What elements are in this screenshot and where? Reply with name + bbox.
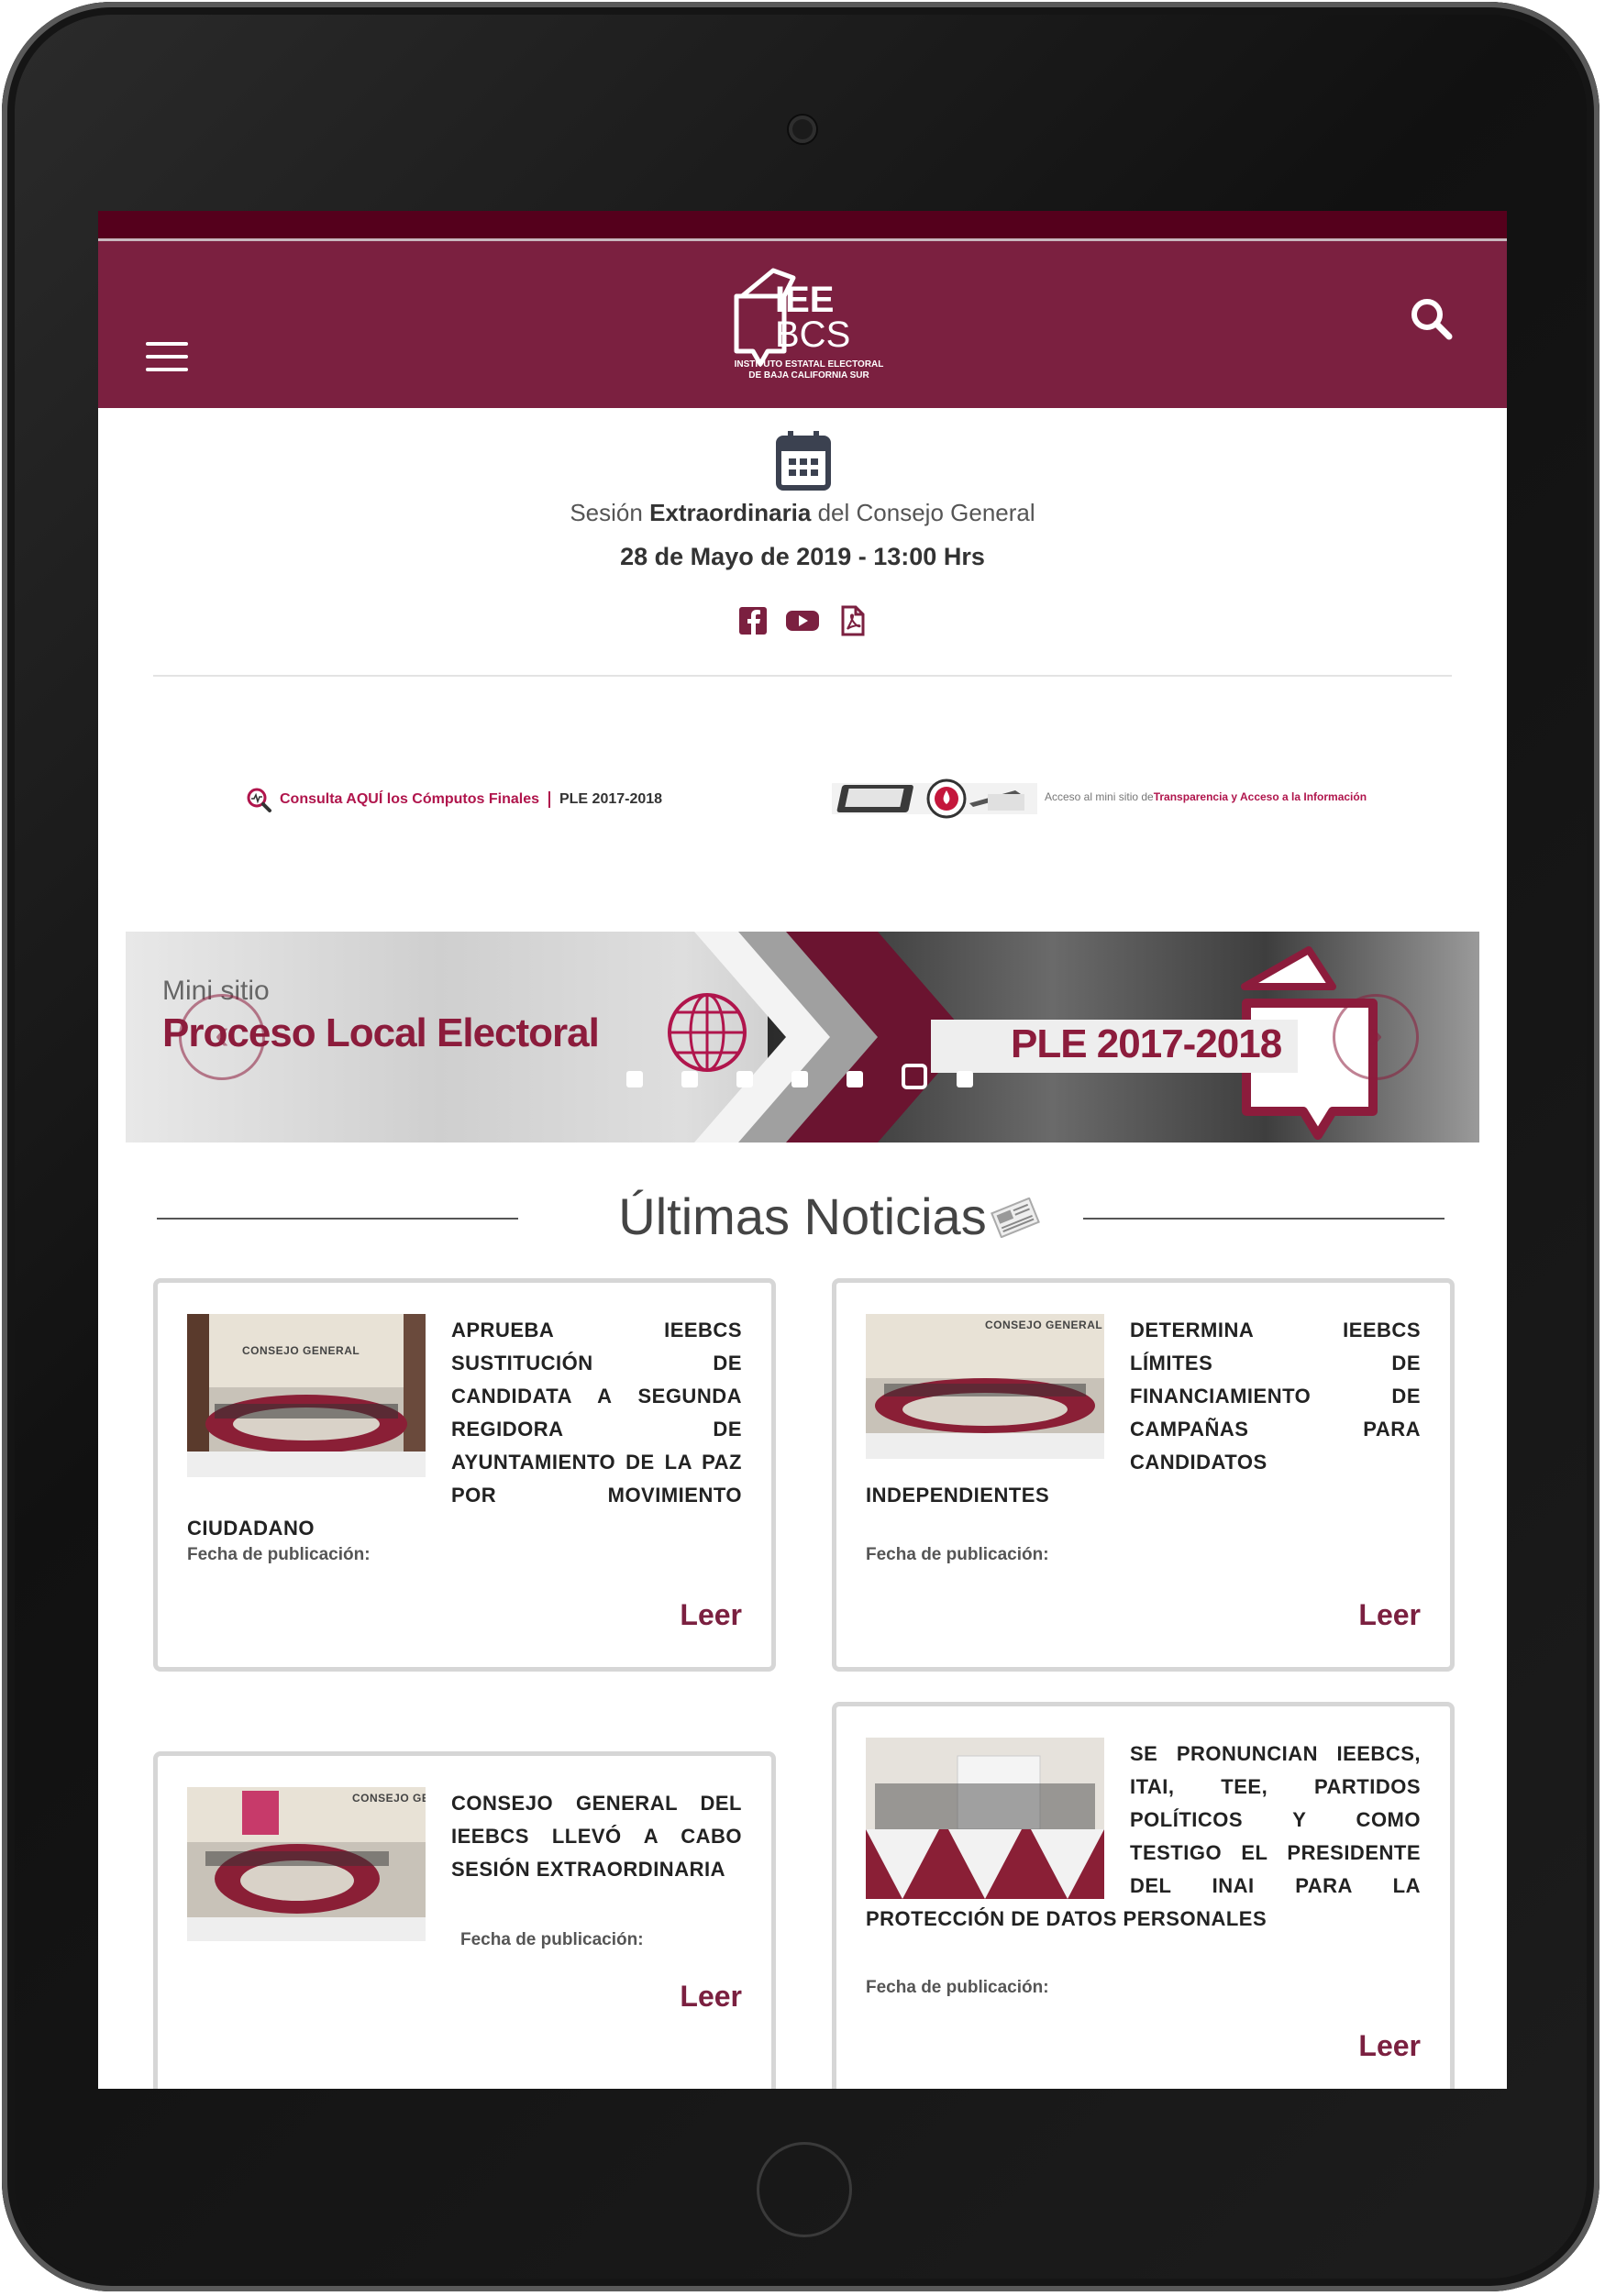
divider [153,675,1452,677]
session-title-prefix: Sesión [570,499,650,526]
news-card-date-label: Fecha de publicación: [866,1545,1049,1564]
news-card-text: CONSEJO GE CONSEJO GENERAL DEL IEEBCS LL… [187,1787,742,1945]
menu-icon[interactable] [146,342,188,371]
session-links [737,605,866,638]
consulta-ple: PLE 2017-2018 [559,791,663,807]
news-card: CONSEJO GENERAL DETERMINA IEEBCS LÍMITES… [832,1278,1455,1672]
screen: IEE BCS INSTITUTO ESTATAL ELECTORAL DE B… [98,211,1507,2089]
session-title-suffix: del Consejo General [811,499,1035,526]
read-more-link[interactable]: Leer [1358,1598,1421,1632]
read-more-link[interactable]: Leer [1358,2029,1421,2063]
youtube-icon[interactable] [785,605,820,636]
home-button[interactable] [757,2142,852,2237]
news-card-date-label: Fecha de publicación: [866,1978,1049,1997]
news-section-title: Últimas Noticias [618,1187,987,1245]
news-heading-line-right [1083,1218,1444,1220]
pdf-icon[interactable] [836,605,868,636]
svg-text:CONSEJO GENERAL: CONSEJO GENERAL [242,1344,360,1357]
transparencia-banner[interactable]: Acceso al mini sitio de Transparencia y … [832,774,1367,820]
slider-dot[interactable] [681,1071,698,1087]
slider-dot[interactable] [847,1071,863,1087]
consulta-separator [548,791,550,808]
read-more-link[interactable]: Leer [680,1598,742,1632]
news-photo-icon: CONSEJO GENERAL [866,1314,1104,1459]
news-card: CONSEJO GENERAL APRUEBA IEEBCS SUSTITUCI… [153,1278,776,1672]
slider-dot[interactable] [736,1071,753,1087]
calendar-icon [776,431,831,491]
facebook-icon[interactable] [737,605,769,636]
read-more-link[interactable]: Leer [680,1980,742,2014]
news-card-date-label: Fecha de publicación: [187,1545,371,1564]
tablet-frame: IEE BCS INSTITUTO ESTATAL ELECTORAL DE B… [2,2,1599,2291]
top-strip [98,211,1507,241]
news-card-date-label: Fecha de publicación: [460,1930,644,1949]
logo-sub-line1: INSTITUTO ESTATAL ELECTORAL [734,359,884,370]
magnifier-chart-icon [247,788,271,812]
svg-text:CONSEJO GENERAL: CONSEJO GENERAL [985,1319,1102,1331]
transparencia-graphic [832,778,1037,819]
logo-text: IEE BCS [775,280,851,355]
news-card-title: CONSEJO GENERAL DEL IEEBCS LLEVÓ A CABO … [451,1792,742,1881]
logo-main: IEE [775,280,835,320]
slider-dot[interactable] [791,1071,808,1087]
slider-prev-button[interactable]: ‹ [179,994,265,1080]
logo-secondary: BCS [775,315,851,355]
news-card-text: CONSEJO GENERAL DETERMINA IEEBCS LÍMITES… [866,1314,1421,1512]
news-card-text: CONSEJO GENERAL APRUEBA IEEBCS SUSTITUCI… [187,1314,742,1545]
session-title: Sesión Extraordinaria del Consejo Genera… [98,499,1507,527]
session-title-bold: Extraordinaria [649,499,812,526]
transparencia-link[interactable]: Transparencia y Acceso a la Información [1154,790,1367,803]
news-card: SE PRONUNCIAN IEEBCS, ITAI, TEE, PARTIDO… [832,1702,1455,2089]
consulta-link[interactable]: Consulta AQUÍ los Cómputos Finales [280,791,539,808]
hero-slider[interactable]: Mini sitio Proceso Local Electoral PLE 2… [126,932,1479,1142]
slider-dot[interactable] [902,1064,927,1089]
logo-subtitle: INSTITUTO ESTATAL ELECTORAL DE BAJA CALI… [722,359,896,381]
slider-dot[interactable] [626,1071,643,1087]
transparencia-prefix: Acceso al mini sitio de [1045,790,1154,803]
news-card-text: SE PRONUNCIAN IEEBCS, ITAI, TEE, PARTIDO… [866,1738,1421,1936]
slide-ple-label: PLE 2017-2018 [1011,1021,1282,1066]
logo-sub-line2: DE BAJA CALIFORNIA SUR [748,370,869,381]
camera [789,116,816,143]
news-photo-icon: CONSEJO GENERAL [187,1314,426,1477]
newspaper-icon [991,1198,1040,1238]
news-card: CONSEJO GE CONSEJO GENERAL DEL IEEBCS LL… [153,1751,776,2089]
news-photo-icon [866,1738,1104,1899]
news-photo-icon: CONSEJO GE [187,1787,426,1941]
slider-next-button[interactable]: › [1333,994,1419,1080]
svg-text:CONSEJO GE: CONSEJO GE [352,1792,426,1805]
search-icon[interactable] [1408,295,1456,343]
slider-dot[interactable] [957,1071,973,1087]
session-date: 28 de Mayo de 2019 - 13:00 Hrs [620,543,985,570]
consulta-banner[interactable]: Consulta AQUÍ los Cómputos Finales PLE 2… [245,783,662,816]
